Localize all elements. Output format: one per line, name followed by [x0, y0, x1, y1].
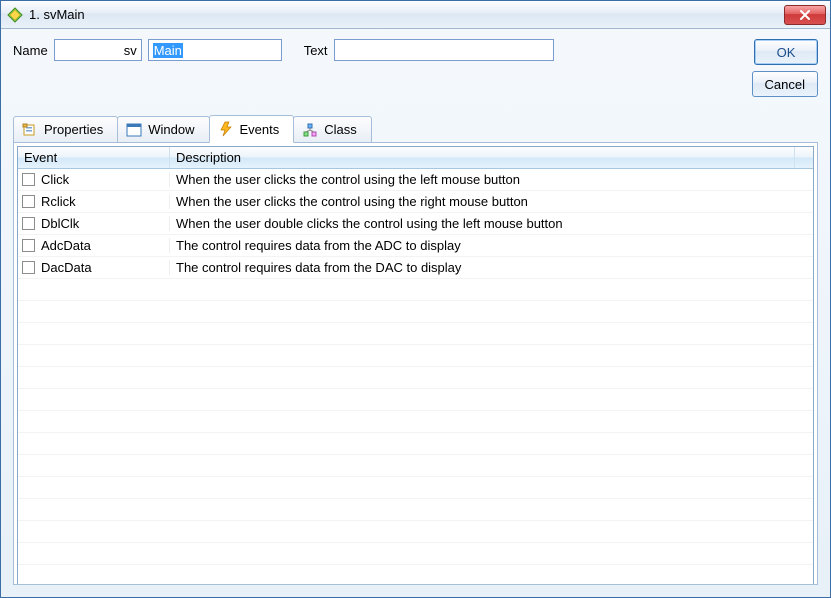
grid-header: Event Description	[18, 147, 813, 169]
empty-row	[18, 499, 813, 521]
empty-row	[18, 345, 813, 367]
name-prefix-input[interactable]: sv	[54, 39, 142, 61]
event-cell: AdcData	[18, 238, 170, 253]
col-header-description[interactable]: Description	[170, 147, 795, 168]
event-checkbox[interactable]	[22, 195, 35, 208]
class-icon	[302, 122, 318, 138]
name-field-group: Name sv Main	[13, 39, 282, 61]
event-checkbox[interactable]	[22, 173, 35, 186]
empty-row	[18, 367, 813, 389]
table-row[interactable]: Rclick When the user clicks the control u…	[18, 191, 813, 213]
empty-row	[18, 477, 813, 499]
titlebar[interactable]: 1. svMain	[1, 1, 830, 29]
table-row[interactable]: DacData The control requires data from th…	[18, 257, 813, 279]
col-header-event[interactable]: Event	[18, 147, 170, 168]
event-name: Rclick	[41, 194, 76, 209]
text-label: Text	[304, 43, 328, 58]
event-name: DacData	[41, 260, 92, 275]
event-checkbox[interactable]	[22, 217, 35, 230]
empty-row	[18, 433, 813, 455]
table-row[interactable]: AdcData The control requires data from th…	[18, 235, 813, 257]
empty-row	[18, 389, 813, 411]
name-input-selection: Main	[153, 43, 183, 58]
event-checkbox[interactable]	[22, 239, 35, 252]
event-description: When the user double clicks the control …	[170, 216, 813, 231]
table-row[interactable]: DblClk When the user double clicks the co…	[18, 213, 813, 235]
event-description: When the user clicks the control using t…	[170, 194, 813, 209]
tab-content: Event Description Click When the user cli…	[13, 142, 818, 585]
event-cell: DblClk	[18, 216, 170, 231]
empty-row	[18, 411, 813, 433]
empty-row	[18, 565, 813, 585]
ok-button[interactable]: OK	[754, 39, 818, 65]
name-input[interactable]: Main	[148, 39, 282, 61]
event-description: The control requires data from the ADC t…	[170, 238, 813, 253]
tab-label: Events	[240, 122, 280, 137]
event-name: Click	[41, 172, 69, 187]
event-name: AdcData	[41, 238, 91, 253]
text-input[interactable]	[334, 39, 554, 61]
name-label: Name	[13, 43, 48, 58]
cancel-button[interactable]: Cancel	[752, 71, 818, 97]
tab-class[interactable]: Class	[293, 116, 372, 142]
empty-row	[18, 521, 813, 543]
tab-label: Class	[324, 122, 357, 137]
dialog-window: 1. svMain Name sv Main Text OK Cancel	[0, 0, 831, 598]
tab-window[interactable]: Window	[117, 116, 209, 142]
empty-row	[18, 301, 813, 323]
event-cell: DacData	[18, 260, 170, 275]
close-icon	[799, 10, 811, 20]
form-row: Name sv Main Text OK Cancel	[1, 29, 830, 101]
col-header-scroll-spacer	[795, 147, 813, 168]
tab-label: Window	[148, 122, 194, 137]
window-icon	[126, 122, 142, 138]
table-row[interactable]: Click When the user clicks the control us…	[18, 169, 813, 191]
close-button[interactable]	[784, 5, 826, 25]
tab-events[interactable]: Events	[209, 115, 295, 143]
window-title: 1. svMain	[29, 7, 784, 22]
empty-row	[18, 279, 813, 301]
tab-label: Properties	[44, 122, 103, 137]
empty-row	[18, 543, 813, 565]
event-description: When the user clicks the control using t…	[170, 172, 813, 187]
event-cell: Click	[18, 172, 170, 187]
properties-icon	[22, 122, 38, 138]
events-grid: Event Description Click When the user cli…	[17, 146, 814, 585]
event-name: DblClk	[41, 216, 79, 231]
text-field-group: Text	[304, 39, 554, 61]
event-description: The control requires data from the DAC t…	[170, 260, 813, 275]
event-checkbox[interactable]	[22, 261, 35, 274]
dialog-buttons: OK Cancel	[752, 39, 818, 97]
tab-bar: Properties Window Events Class	[1, 101, 830, 142]
tab-properties[interactable]: Properties	[13, 116, 118, 142]
event-cell: Rclick	[18, 194, 170, 209]
app-icon	[7, 7, 23, 23]
grid-body[interactable]: Click When the user clicks the control us…	[18, 169, 813, 585]
empty-row	[18, 455, 813, 477]
events-icon	[218, 121, 234, 137]
empty-row	[18, 323, 813, 345]
